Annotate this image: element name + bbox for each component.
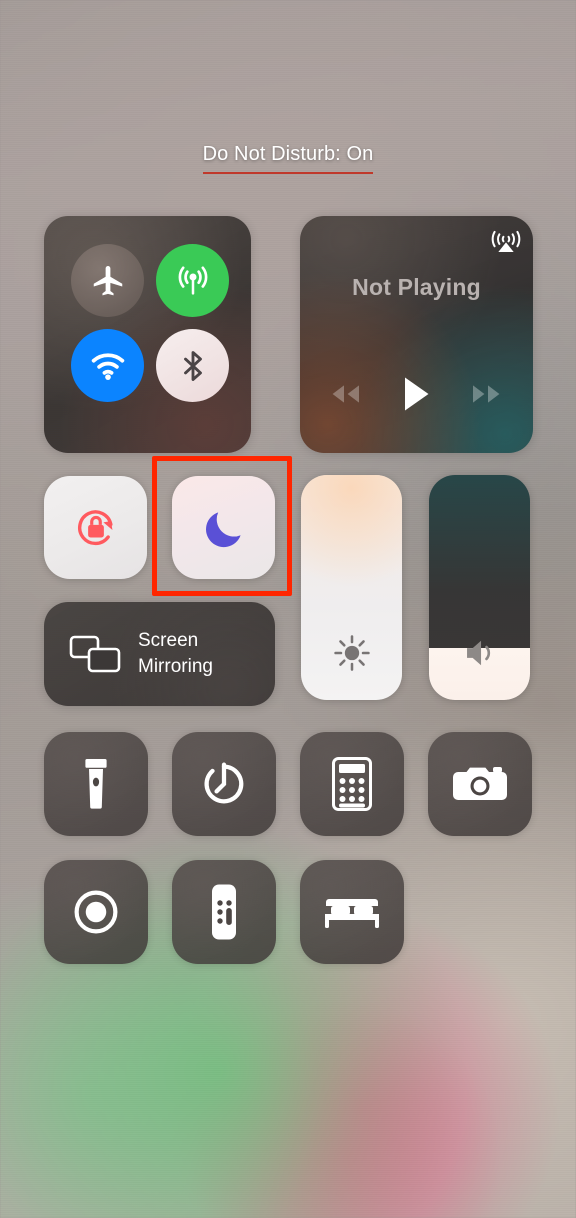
play-button[interactable] <box>382 364 450 424</box>
media-title: Not Playing <box>352 274 481 300</box>
flashlight-icon <box>85 759 107 809</box>
calculator-button[interactable] <box>300 732 404 836</box>
rotation-lock-icon <box>77 509 113 545</box>
flashlight-button[interactable] <box>44 732 148 836</box>
screen-mirroring-icon <box>69 635 121 673</box>
bluetooth-icon <box>183 350 202 381</box>
screen-mirroring-label: Screen Mirroring <box>138 630 213 677</box>
wifi-icon <box>91 352 124 380</box>
brightness-slider[interactable] <box>301 475 402 700</box>
fast-forward-button[interactable] <box>452 364 520 424</box>
rewind-icon <box>332 385 359 403</box>
cellular-data-button[interactable] <box>156 244 229 317</box>
apple-tv-remote-button[interactable] <box>172 860 276 964</box>
media-transport-controls <box>300 364 533 424</box>
connectivity-module <box>44 216 251 453</box>
sleep-button[interactable] <box>300 860 404 964</box>
airplane-icon <box>93 265 122 295</box>
camera-button[interactable] <box>428 732 532 836</box>
bed-icon <box>325 899 379 928</box>
remote-icon <box>212 884 236 940</box>
timer-icon <box>204 762 244 804</box>
calculator-icon <box>332 757 372 811</box>
do-not-disturb-banner: Do Not Disturb: On <box>0 143 576 174</box>
volume-slider[interactable] <box>429 475 530 700</box>
speaker-icon <box>466 640 490 666</box>
fast-forward-icon <box>473 385 500 403</box>
media-playback-module: Not Playing <box>300 216 533 453</box>
airplay-icon[interactable] <box>488 222 524 258</box>
control-center: Do Not Disturb: On Not Playing Screen Mi… <box>0 0 576 1218</box>
cellular-icon <box>178 266 207 295</box>
sun-icon <box>333 635 370 671</box>
wifi-button[interactable] <box>71 329 144 402</box>
screen-mirroring-button[interactable]: Screen Mirroring <box>44 602 275 706</box>
moon-icon <box>205 511 241 547</box>
timer-button[interactable] <box>172 732 276 836</box>
camera-icon <box>453 767 507 800</box>
record-icon <box>74 890 118 934</box>
do-not-disturb-button[interactable] <box>172 476 275 579</box>
rewind-button[interactable] <box>312 364 380 424</box>
play-icon <box>405 377 429 411</box>
bluetooth-button[interactable] <box>156 329 229 402</box>
rotation-lock-button[interactable] <box>44 476 147 579</box>
screen-recording-button[interactable] <box>44 860 148 964</box>
airplane-mode-button[interactable] <box>71 244 144 317</box>
brightness-icon-wrap <box>301 632 402 674</box>
do-not-disturb-banner-label: Do Not Disturb: On <box>202 143 374 174</box>
volume-icon-wrap <box>429 632 530 674</box>
